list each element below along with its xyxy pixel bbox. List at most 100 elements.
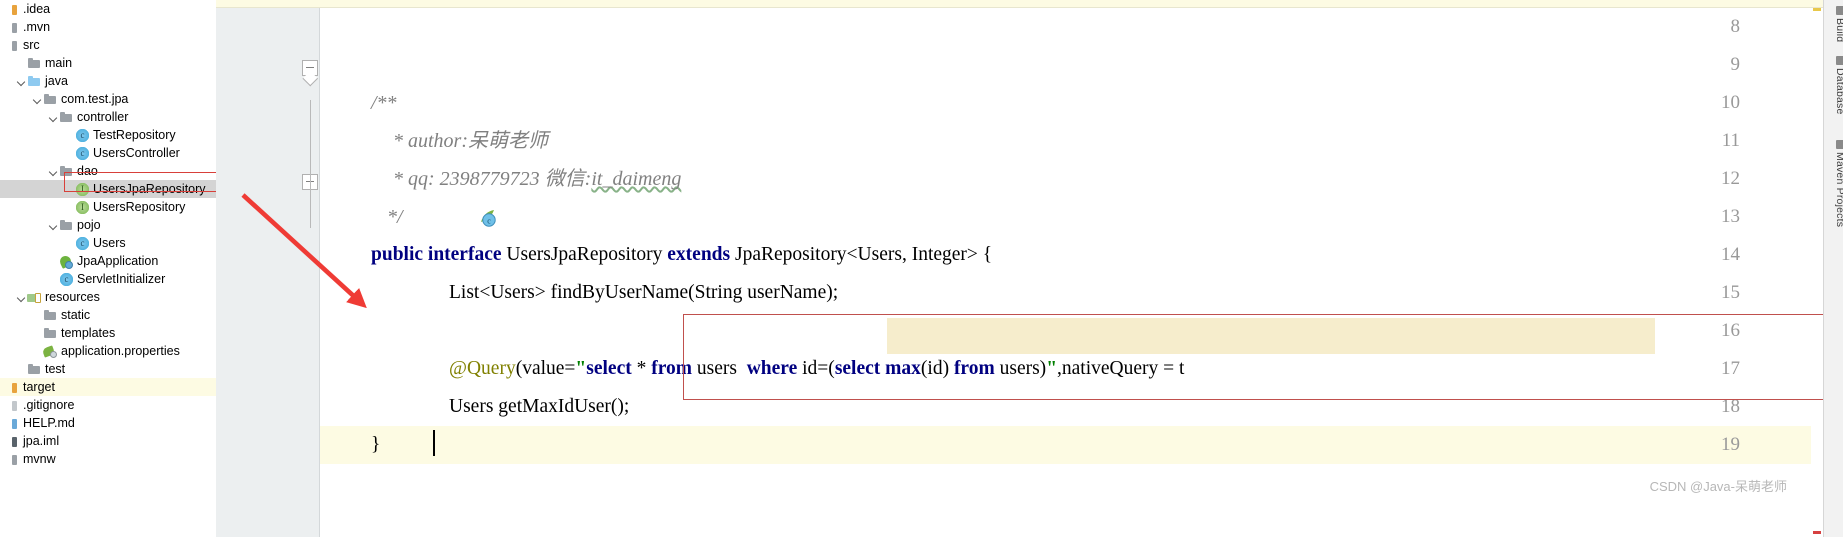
chevron-down-icon[interactable]: [16, 72, 27, 90]
tree-item-target[interactable]: target: [0, 378, 216, 396]
folder-grey-icon: [27, 362, 42, 377]
database-icon: [1835, 56, 1843, 65]
tree-item-resources[interactable]: resources: [0, 288, 216, 306]
tree-item-dao[interactable]: dao: [0, 162, 216, 180]
tree-item-usersrepository[interactable]: UsersRepository: [0, 198, 216, 216]
tree-item-main[interactable]: main: [0, 54, 216, 72]
tool-tab-build[interactable]: Build: [1822, 6, 1843, 42]
svg-text:c: c: [487, 217, 491, 226]
chevron-down-icon[interactable]: [32, 90, 43, 108]
tree-item-src[interactable]: src: [0, 36, 216, 54]
tree-item-label: dao: [77, 164, 98, 178]
chevron-down-icon[interactable]: [48, 108, 59, 126]
tree-item-label: JpaApplication: [77, 254, 159, 268]
java-class-icon: [75, 235, 90, 251]
right-tool-window-strip[interactable]: Build Database Maven Projects: [1823, 0, 1843, 537]
sql-id-arg: (id): [920, 358, 954, 379]
tree-item-label: TestRepository: [93, 128, 176, 142]
tree-item-label: java: [45, 74, 68, 88]
editor-gutter[interactable]: [216, 8, 320, 537]
tree-item-users[interactable]: Users: [0, 234, 216, 252]
tree-item--gitignore[interactable]: .gitignore: [0, 396, 216, 414]
folder-grey-icon: [27, 56, 42, 71]
tree-item-com-test-jpa[interactable]: com.test.jpa: [0, 90, 216, 108]
code-line-16: @Query(value="select * from users where …: [410, 312, 1184, 379]
folder-grey-icon: [43, 308, 58, 323]
tree-item-label: pojo: [77, 218, 101, 232]
code-text-layer[interactable]: /** * author:呆萌老师 * qq: 2398779723 微信:it…: [320, 8, 1823, 537]
tree-item-test[interactable]: test: [0, 360, 216, 378]
module-stub-grey-icon: [11, 38, 19, 53]
java-interface-icon: [75, 199, 90, 215]
code-editor[interactable]: 8 9 10 11 12 13 14 15 16 17 18 19 c /** * author:呆萌…: [216, 0, 1823, 537]
tree-item-java[interactable]: java: [0, 72, 216, 90]
project-tree-list: .idea .mvn src main java com.test.jpa controll…: [0, 0, 216, 468]
tree-item-testrepository[interactable]: TestRepository: [0, 126, 216, 144]
closing-brace: }: [371, 434, 381, 455]
chevron-down-icon[interactable]: [16, 288, 27, 306]
tree-item-userscontroller[interactable]: UsersController: [0, 144, 216, 162]
tree-item-mvnw[interactable]: mvnw: [0, 450, 216, 468]
tree-item-static[interactable]: static: [0, 306, 216, 324]
folder-grey-icon: [59, 218, 74, 233]
fold-marker-line9[interactable]: [302, 60, 318, 76]
tree-item-jpa-iml[interactable]: jpa.iml: [0, 432, 216, 450]
tree-item-label: resources: [45, 290, 100, 304]
tree-item-label: .gitignore: [23, 398, 75, 412]
chevron-down-icon[interactable]: [48, 216, 59, 234]
tree-item-label: templates: [61, 326, 116, 340]
tree-item--idea[interactable]: .idea: [0, 0, 216, 18]
file-stub-silver-icon: [11, 398, 19, 413]
tree-item-label: jpa.iml: [23, 434, 60, 448]
tree-item-label: .idea: [23, 2, 51, 16]
tree-item-label: controller: [77, 110, 129, 124]
tree-item-label: target: [23, 380, 55, 394]
properties-file-icon: [43, 344, 58, 359]
tool-tab-maven-projects[interactable]: Maven Projects: [1822, 140, 1843, 227]
tree-item-label: main: [45, 56, 73, 70]
tree-item-jpaapplication[interactable]: JpaApplication: [0, 252, 216, 270]
comment-wechat-id: it_daimeng: [591, 168, 682, 190]
tree-item-usersjparepository[interactable]: UsersJpaRepository: [0, 180, 216, 198]
tree-item-help-md[interactable]: HELP.md: [0, 414, 216, 432]
sql-max: max: [880, 358, 921, 379]
tree-item-label: static: [61, 308, 91, 322]
tree-item-pojo[interactable]: pojo: [0, 216, 216, 234]
tool-tab-build-label: Build: [1834, 18, 1843, 43]
tree-item-application-properties[interactable]: application.properties: [0, 342, 216, 360]
code-line-9: /**: [332, 46, 397, 114]
tree-item--mvn[interactable]: .mvn: [0, 18, 216, 36]
watermark-text: CSDN @Java-呆萌老师: [1649, 479, 1787, 494]
tree-item-servletinitializer[interactable]: ServletInitializer: [0, 270, 216, 288]
folder-grey-icon: [59, 110, 74, 125]
tree-item-templates[interactable]: templates: [0, 324, 216, 342]
native-query-param: ,nativeQuery = t: [1057, 358, 1185, 379]
method-getMaxIdUser: Users getMaxIdUser();: [449, 396, 630, 417]
tool-tab-database[interactable]: Database: [1822, 56, 1843, 115]
module-stub-orange-icon: [11, 380, 19, 395]
project-tree-panel[interactable]: .idea .mvn src main java com.test.jpa controll…: [0, 0, 216, 537]
maven-icon: [1835, 140, 1843, 149]
marker-warning[interactable]: [1813, 8, 1821, 11]
fold-region-line: [309, 100, 312, 228]
tree-item-controller[interactable]: controller: [0, 108, 216, 126]
marker-error[interactable]: [1813, 531, 1821, 534]
spring-bean-gutter-icon[interactable]: c: [478, 207, 500, 229]
code-line-18: }: [332, 388, 380, 455]
chevron-down-icon[interactable]: [48, 162, 59, 180]
